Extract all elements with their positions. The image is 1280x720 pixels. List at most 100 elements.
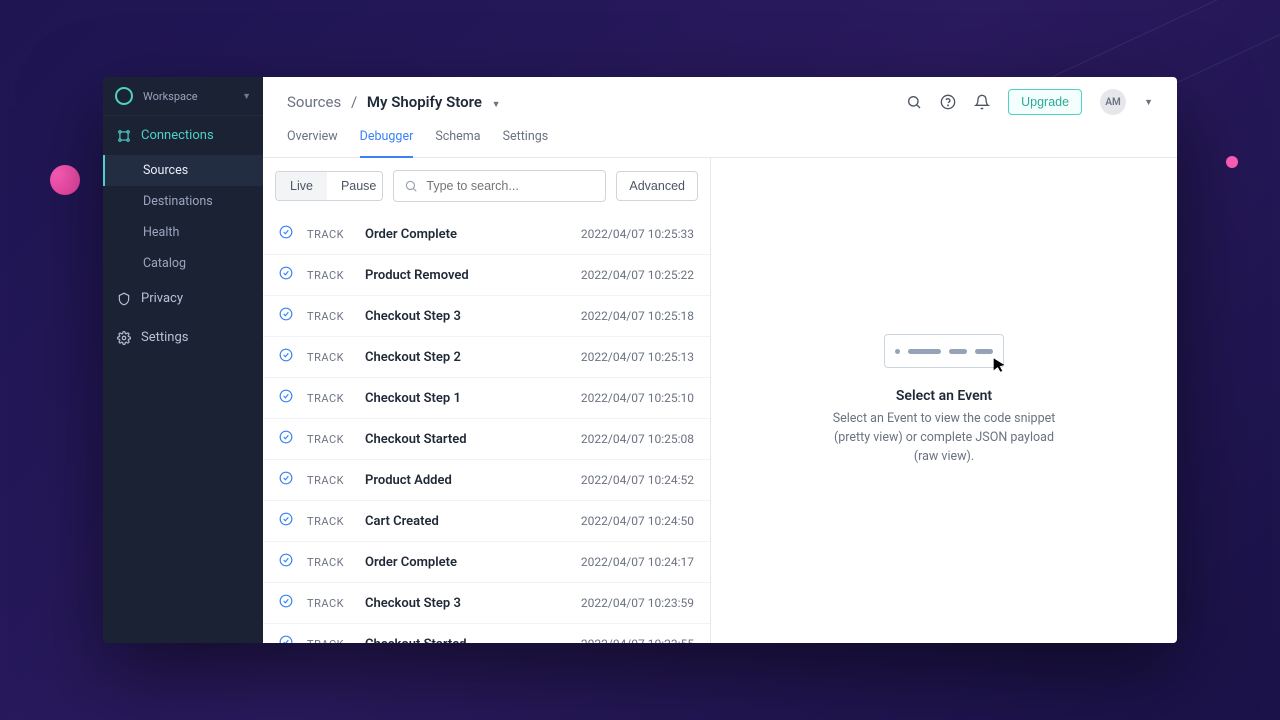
search-input-wrapper — [393, 170, 606, 202]
event-time: 2022/04/07 10:23:55 — [581, 637, 694, 643]
event-row[interactable]: TRACKCheckout Started2022/04/07 10:25:08 — [263, 419, 710, 460]
events-list[interactable]: TRACKOrder Complete2022/04/07 10:25:33TR… — [263, 214, 710, 643]
sidebar-item-privacy[interactable]: Privacy — [103, 279, 263, 318]
empty-state-illustration — [884, 334, 1004, 368]
tab-settings[interactable]: Settings — [503, 129, 549, 157]
check-circle-icon — [279, 348, 293, 366]
sidebar-item-connections[interactable]: Connections — [103, 116, 263, 155]
event-name: Checkout Started — [365, 432, 581, 447]
workspace-switcher[interactable]: Workspace ▼ — [103, 77, 263, 116]
event-type: TRACK — [307, 351, 365, 364]
check-circle-icon — [279, 266, 293, 284]
check-circle-icon — [279, 430, 293, 448]
event-row[interactable]: TRACKCheckout Step 22022/04/07 10:25:13 — [263, 337, 710, 378]
event-row[interactable]: TRACKProduct Added2022/04/07 10:24:52 — [263, 460, 710, 501]
event-type: TRACK — [307, 433, 365, 446]
event-time: 2022/04/07 10:25:33 — [581, 227, 694, 241]
sidebar-subitem-health[interactable]: Health — [103, 217, 263, 248]
connections-icon — [117, 129, 131, 143]
sidebar-subitem-sources[interactable]: Sources — [103, 155, 263, 186]
event-time: 2022/04/07 10:25:08 — [581, 432, 694, 446]
check-circle-icon — [279, 512, 293, 530]
live-button[interactable]: Live — [276, 172, 327, 200]
event-row[interactable]: TRACKProduct Removed2022/04/07 10:25:22 — [263, 255, 710, 296]
check-circle-icon — [279, 471, 293, 489]
check-circle-icon — [279, 635, 293, 643]
event-type: TRACK — [307, 474, 365, 487]
event-time: 2022/04/07 10:25:10 — [581, 391, 694, 405]
app-window: Workspace ▼ Connections Sources Destinat… — [103, 77, 1177, 643]
main-panel: Sources / My Shopify Store ▼ Upgrade AM … — [263, 77, 1177, 643]
chevron-down-icon[interactable]: ▼ — [492, 100, 501, 110]
check-circle-icon — [279, 553, 293, 571]
pause-button[interactable]: Pause — [327, 172, 383, 200]
event-row[interactable]: TRACKCheckout Step 32022/04/07 10:23:59 — [263, 583, 710, 624]
sidebar-item-settings[interactable]: Settings — [103, 318, 263, 357]
event-name: Checkout Step 3 — [365, 309, 581, 324]
advanced-button[interactable]: Advanced — [616, 171, 698, 201]
bell-icon[interactable] — [974, 94, 990, 110]
live-pause-toggle: Live Pause — [275, 171, 383, 201]
event-row[interactable]: TRACKCart Created2022/04/07 10:24:50 — [263, 501, 710, 542]
event-name: Product Added — [365, 473, 581, 488]
workspace-label: Workspace — [143, 90, 198, 103]
event-row[interactable]: TRACKCheckout Started2022/04/07 10:23:55 — [263, 624, 710, 643]
event-name: Checkout Step 2 — [365, 350, 581, 365]
sidebar-item-label: Privacy — [141, 291, 183, 306]
event-type: TRACK — [307, 638, 365, 644]
sidebar-subitem-destinations[interactable]: Destinations — [103, 186, 263, 217]
event-row[interactable]: TRACKCheckout Step 32022/04/07 10:25:18 — [263, 296, 710, 337]
breadcrumb-current[interactable]: My Shopify Store — [367, 93, 482, 111]
topbar: Sources / My Shopify Store ▼ Upgrade AM … — [263, 77, 1177, 115]
check-circle-icon — [279, 307, 293, 325]
tab-overview[interactable]: Overview — [287, 129, 338, 157]
event-time: 2022/04/07 10:25:13 — [581, 350, 694, 364]
event-name: Order Complete — [365, 555, 581, 570]
event-row[interactable]: TRACKCheckout Step 12022/04/07 10:25:10 — [263, 378, 710, 419]
sidebar-item-label: Settings — [141, 330, 188, 345]
event-type: TRACK — [307, 269, 365, 282]
tabs: Overview Debugger Schema Settings — [263, 115, 1177, 158]
events-pane: Live Pause Advanced TRACKOrder Complete2… — [263, 158, 711, 643]
tab-schema[interactable]: Schema — [435, 129, 480, 157]
event-time: 2022/04/07 10:23:59 — [581, 596, 694, 610]
decorative-dot — [50, 165, 80, 195]
event-row[interactable]: TRACKOrder Complete2022/04/07 10:25:33 — [263, 214, 710, 255]
detail-pane: Select an Event Select an Event to view … — [711, 158, 1177, 643]
upgrade-button[interactable]: Upgrade — [1008, 89, 1082, 115]
shield-icon — [117, 292, 131, 306]
check-circle-icon — [279, 389, 293, 407]
sidebar-subitem-catalog[interactable]: Catalog — [103, 248, 263, 279]
breadcrumb: Sources / My Shopify Store ▼ — [287, 93, 501, 111]
empty-state-title: Select an Event — [896, 388, 992, 404]
search-icon[interactable] — [906, 94, 922, 110]
event-type: TRACK — [307, 310, 365, 323]
check-circle-icon — [279, 225, 293, 243]
help-icon[interactable] — [940, 94, 956, 110]
event-time: 2022/04/07 10:25:22 — [581, 268, 694, 282]
event-name: Cart Created — [365, 514, 581, 529]
search-input[interactable] — [418, 171, 595, 201]
tab-debugger[interactable]: Debugger — [360, 129, 414, 158]
avatar[interactable]: AM — [1100, 89, 1126, 115]
event-time: 2022/04/07 10:24:52 — [581, 473, 694, 487]
chevron-down-icon: ▼ — [242, 91, 251, 102]
event-type: TRACK — [307, 515, 365, 528]
event-type: TRACK — [307, 392, 365, 405]
event-type: TRACK — [307, 556, 365, 569]
chevron-down-icon[interactable]: ▼ — [1144, 97, 1153, 108]
event-time: 2022/04/07 10:24:50 — [581, 514, 694, 528]
empty-state-desc: Select an Event to view the code snippet… — [824, 410, 1064, 466]
event-row[interactable]: TRACKOrder Complete2022/04/07 10:24:17 — [263, 542, 710, 583]
event-name: Checkout Started — [365, 637, 581, 644]
event-time: 2022/04/07 10:24:17 — [581, 555, 694, 569]
event-time: 2022/04/07 10:25:18 — [581, 309, 694, 323]
decorative-dot — [1226, 156, 1238, 168]
event-name: Order Complete — [365, 227, 581, 242]
search-icon — [404, 179, 418, 193]
breadcrumb-parent[interactable]: Sources — [287, 93, 341, 111]
event-name: Product Removed — [365, 268, 581, 283]
event-name: Checkout Step 1 — [365, 391, 581, 406]
event-name: Checkout Step 3 — [365, 596, 581, 611]
sidebar: Workspace ▼ Connections Sources Destinat… — [103, 77, 263, 643]
